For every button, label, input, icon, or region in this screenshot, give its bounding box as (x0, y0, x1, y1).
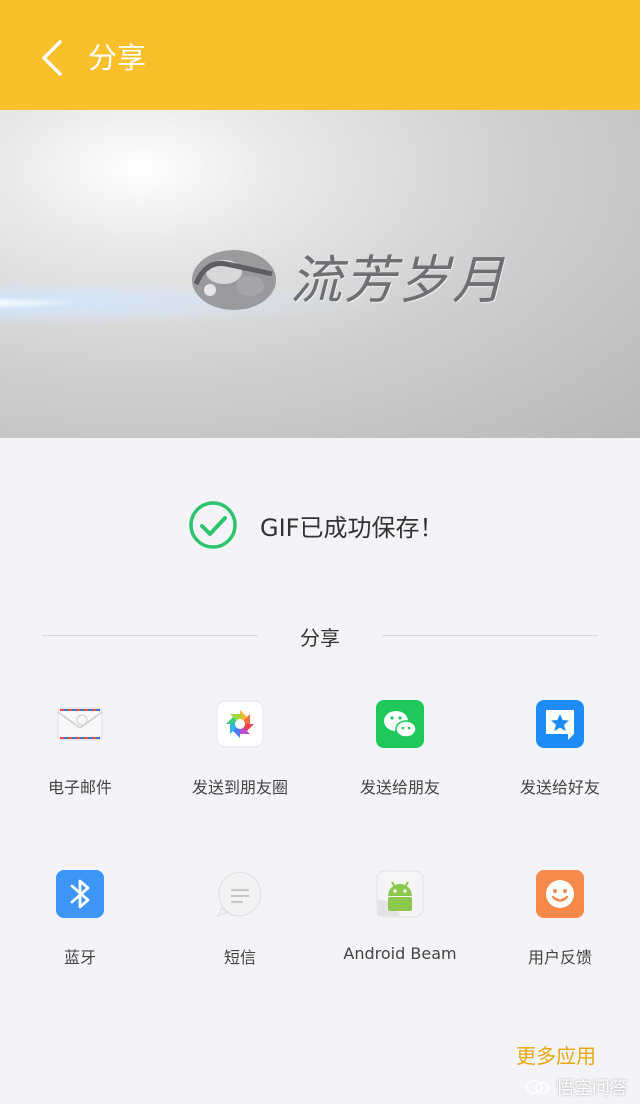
chat-bubble-icon (525, 1080, 549, 1094)
page-title: 分享 (88, 41, 147, 75)
feedback-icon (536, 870, 584, 918)
share-moments-button[interactable]: 发送到朋友圈 (160, 690, 320, 820)
android-icon (376, 870, 424, 918)
share-bluetooth-button[interactable]: 蓝牙 (0, 860, 160, 990)
save-status-text: GIF已成功保存！ (260, 513, 444, 542)
wechat-icon (376, 700, 424, 748)
share-qq-friend-button[interactable]: 发送给好友 (480, 690, 640, 820)
ink-logo-image (192, 250, 276, 310)
more-apps-button[interactable]: 更多应用 (516, 1040, 596, 1069)
gif-preview: 流芳岁月 (0, 110, 640, 438)
qq-icon (536, 700, 584, 748)
share-section-header: 分享 (42, 620, 598, 652)
envelope-icon (57, 707, 103, 741)
app-header: 分享 (0, 0, 640, 110)
watermark-text: 悟空问答 (556, 1078, 628, 1099)
watermark: 悟空问答 (524, 1074, 628, 1100)
share-feedback-button[interactable]: 用户反馈 (480, 860, 640, 990)
check-circle-icon (189, 501, 237, 549)
share-wechat-friend-button[interactable]: 发送给朋友 (320, 690, 480, 820)
share-item-label: 发送给好友 (519, 778, 600, 797)
save-status: GIF已成功保存！ (188, 500, 443, 550)
chevron-left-icon (42, 40, 62, 76)
share-item-label: 蓝牙 (63, 948, 96, 967)
share-sms-button[interactable]: 短信 (160, 860, 320, 990)
share-item-label: 用户反馈 (527, 948, 592, 967)
share-item-label: Android Beam (343, 944, 457, 963)
divider-right (382, 635, 598, 636)
share-item-label: 电子邮件 (47, 778, 112, 797)
share-android-beam-button[interactable]: Android Beam (320, 860, 480, 990)
bluetooth-icon (56, 870, 104, 918)
sms-icon (216, 871, 262, 917)
logo-text: 流芳岁月 (290, 251, 507, 311)
share-section-label: 分享 (300, 626, 340, 650)
back-button[interactable] (30, 30, 80, 86)
share-item-label: 发送到朋友圈 (191, 778, 288, 797)
moments-icon (216, 700, 264, 748)
share-item-label: 短信 (223, 948, 256, 967)
share-item-label: 发送给朋友 (359, 778, 440, 797)
share-email-button[interactable]: 电子邮件 (0, 690, 160, 820)
